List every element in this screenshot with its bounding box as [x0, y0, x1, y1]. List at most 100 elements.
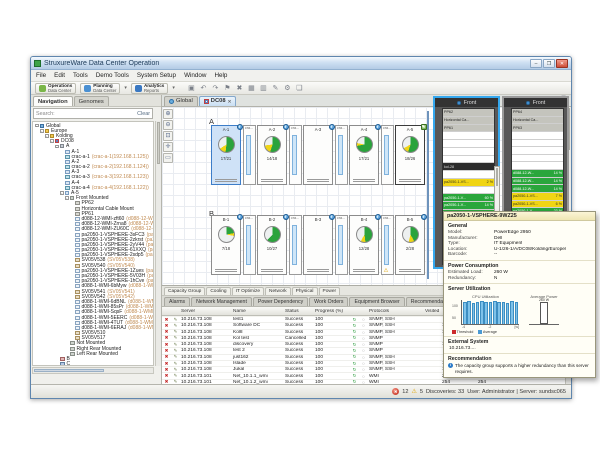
perspective-button-operations[interactable]: OperationsData Center	[35, 83, 76, 94]
maximize-button[interactable]: ❐	[543, 59, 555, 68]
rack-slot-pa2050-1-vs[interactable]: pa2050-1-VS...2 %	[443, 179, 494, 187]
rack-slot-pa2050-1-v[interactable]: pa2050-1-V...60 %	[443, 194, 494, 202]
run-icon[interactable]: ↻	[350, 361, 359, 367]
rack-slot-d088-12-w[interactable]: d088-12-W...14 %	[512, 178, 563, 186]
rack-slot-d088-12-w[interactable]: d088-12-W...14 %	[512, 170, 563, 178]
rack-slot-pa2050-1-v[interactable]: pa2050-1-V...14 %	[443, 202, 494, 210]
crac-unit[interactable]: cra...	[289, 125, 302, 185]
run-icon[interactable]: ↻	[350, 373, 359, 379]
redo-icon[interactable]: ↷	[211, 84, 220, 93]
layer-tab-physical[interactable]: Physical	[292, 287, 318, 296]
warning-icon[interactable]: ⚠	[411, 388, 416, 395]
info-badge-icon[interactable]: i	[421, 214, 427, 220]
editor-tab-dc08[interactable]: DC08✕	[199, 96, 237, 106]
edit-icon[interactable]: ✎	[171, 354, 180, 360]
dropdown-arrow-icon[interactable]: ▾	[172, 85, 175, 91]
tab-close-icon[interactable]: ✕	[228, 97, 232, 106]
run-icon[interactable]: ↻	[350, 342, 359, 348]
run-icon[interactable]: ↻	[350, 323, 359, 329]
editor-tab-global[interactable]: Global	[164, 96, 198, 106]
undo-icon[interactable]: ↶	[199, 84, 208, 93]
rack-slot-pp62[interactable]: PP62	[443, 109, 494, 117]
run-icon[interactable]: ↻	[350, 335, 359, 341]
expander-icon[interactable]: -	[65, 196, 69, 200]
crac-unit[interactable]: cra...	[289, 215, 302, 275]
delete-icon[interactable]: ✖	[162, 354, 171, 360]
rack-slot[interactable]	[443, 148, 494, 156]
title-bar[interactable]: StruxureWare Data Center Operation – ❐ ✕	[31, 57, 571, 70]
tree-item-c[interactable]: C	[33, 362, 153, 366]
sidebar-tab-genomes[interactable]: Genomes	[74, 96, 109, 106]
column-header-protocols[interactable]: Protocols	[368, 309, 424, 314]
expander-icon[interactable]: -	[60, 191, 64, 195]
crac-unit[interactable]: cra...	[381, 125, 394, 185]
menu-item-edit[interactable]: Edit	[54, 72, 65, 79]
rack-b-4[interactable]: B-412/28i	[349, 215, 379, 275]
rack-slot-pa2050-1-vs[interactable]: pa2050-1-VS...7 %	[512, 193, 563, 201]
edit-icon[interactable]: ✎	[171, 361, 180, 367]
expander-icon[interactable]: -	[35, 124, 39, 128]
pan-tool-icon[interactable]: ✛	[163, 142, 173, 152]
zoom-fit-tool-icon[interactable]: ⊡	[163, 131, 173, 141]
dock-tab-power-dependency[interactable]: Power Dependency	[253, 297, 308, 307]
rack-slot[interactable]	[512, 147, 563, 155]
search-box[interactable]: Search: Clear	[33, 108, 153, 119]
select-tool-icon[interactable]: ▭	[163, 153, 173, 163]
edit-icon[interactable]: ✎	[171, 348, 180, 354]
snapshot-icon[interactable]: ▦	[247, 84, 256, 93]
minimize-button[interactable]: –	[530, 59, 542, 68]
column-header-name[interactable]: Name	[232, 309, 284, 314]
rack-a-3[interactable]: A-3i	[303, 125, 333, 185]
perspective-button-planning[interactable]: PlanningData Center	[80, 83, 120, 94]
delete-icon[interactable]: ✖	[162, 335, 171, 341]
expander-icon[interactable]: -	[55, 145, 59, 149]
rack-a-2[interactable]: A-214/18i	[257, 125, 287, 185]
run-icon[interactable]: ↻	[350, 317, 359, 323]
search-clear-button[interactable]: Clear	[137, 111, 150, 117]
run-icon[interactable]: ↻	[350, 348, 359, 354]
report-icon[interactable]: ▥	[259, 84, 268, 93]
zoom-out-tool-icon[interactable]: ⊖	[163, 120, 173, 130]
dock-tab-work-orders[interactable]: Work Orders	[309, 297, 348, 307]
save-icon[interactable]: ▣	[187, 84, 196, 93]
rack-b-5[interactable]: B-52/28i	[395, 215, 425, 275]
layer-tab-network[interactable]: Network	[265, 287, 291, 296]
column-header-progress[interactable]: Progress (%)	[314, 309, 350, 314]
menu-item-system-setup[interactable]: System Setup	[137, 72, 176, 79]
edit-icon[interactable]: ✎	[271, 84, 280, 93]
menu-item-tools[interactable]: Tools	[73, 72, 88, 79]
menu-item-demo-tools[interactable]: Demo Tools	[96, 72, 129, 79]
expander-icon[interactable]: -	[45, 134, 49, 138]
crac-unit[interactable]: cra...	[335, 215, 348, 275]
delete-icon[interactable]: ✖	[235, 84, 244, 93]
delete-icon[interactable]: ✖	[162, 373, 171, 379]
perspective-button-analytics[interactable]: AnalyticsReports	[131, 83, 168, 94]
rack-slot[interactable]	[512, 162, 563, 170]
settings-icon[interactable]: ⚙	[283, 84, 292, 93]
run-icon[interactable]: ↻	[350, 329, 359, 335]
run-icon[interactable]: ↻	[350, 354, 359, 360]
run-icon[interactable]: ↻	[350, 367, 359, 373]
rack-b-1[interactable]: B-17/18i	[211, 215, 241, 275]
rack-slot-pp63[interactable]: PP63	[512, 124, 563, 132]
rack-slot[interactable]	[443, 187, 494, 195]
rack-slot[interactable]	[443, 140, 494, 148]
search-input[interactable]: Search:	[36, 111, 55, 117]
edit-icon[interactable]: ✎	[171, 317, 180, 323]
layer-tab-it-optimize[interactable]: IT Optimize	[232, 287, 264, 296]
column-header-server[interactable]: Server	[180, 309, 232, 314]
crac-unit[interactable]: cra...	[243, 125, 256, 185]
layer-tab-capacity-group[interactable]: Capacity Group	[164, 287, 205, 296]
rack-slot-horizontal-ca[interactable]: Horizontal Ca...	[512, 117, 563, 125]
sidebar-horizontal-scrollbar[interactable]	[32, 367, 154, 374]
delete-icon[interactable]: ✖	[162, 361, 171, 367]
rack-slot[interactable]	[443, 132, 494, 140]
layer-tab-power[interactable]: Power	[319, 287, 341, 296]
delete-icon[interactable]: ✖	[162, 348, 171, 354]
sidebar-tab-navigation[interactable]: Navigation	[33, 96, 73, 106]
edit-icon[interactable]: ✎	[171, 342, 180, 348]
crac-unit[interactable]: cra...	[335, 125, 348, 185]
error-icon[interactable]: ✖	[392, 388, 399, 395]
layer-tab-cooling[interactable]: Cooling	[206, 287, 230, 296]
dock-tab-alarms[interactable]: Alarms	[164, 297, 190, 307]
